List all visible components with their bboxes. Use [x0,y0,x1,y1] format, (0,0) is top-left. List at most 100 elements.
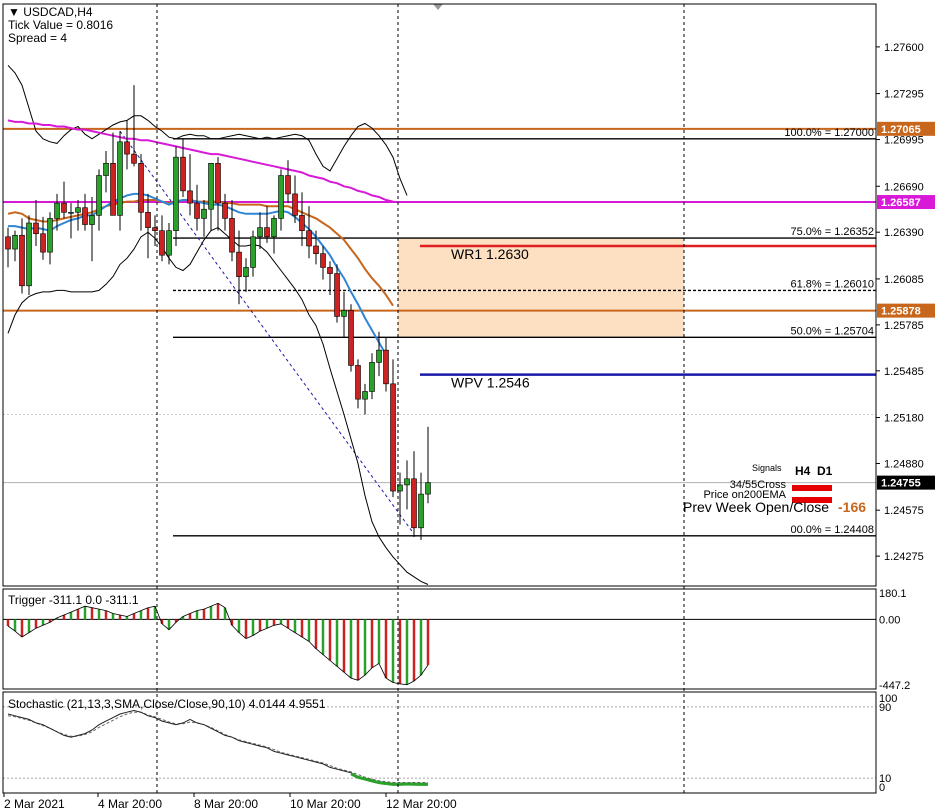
candle-body [138,162,144,213]
candle-body [117,141,123,216]
candle-body [257,227,263,238]
candle-body [313,245,319,254]
time-axis: 2 Mar 2021 4 Mar 20:00 8 Mar 20:00 10 Mar 2… [3,793,457,811]
trigger-tick-label: 180.1 [879,588,907,600]
candle-body [68,211,74,214]
trigger-label: Trigger -311.1 0.0 -311.1 [8,593,139,607]
price-tag-current: 1.24755 [881,478,921,490]
candle-body [425,482,431,495]
candle-body [5,236,11,250]
candle-body [418,493,424,529]
candle-body [89,215,95,225]
candle-body [54,202,60,219]
candle-body [348,310,354,366]
stoch-tick-label: 100 [879,693,897,705]
candle-body [201,208,207,219]
signals-row-prevweek: Prev Week Open/Close [683,499,829,515]
signals-title: Signals [752,463,782,473]
price-panel[interactable]: 100.0% = 1.27000 75.0% = 1.26352 61.8% = 1… [3,4,935,585]
stoch-signal-line [7,711,429,784]
price-tick-label: 1.25785 [884,320,924,332]
pivot-label: WPV 1.2546 [451,375,530,391]
candle-body [250,236,256,268]
candle-body [285,175,291,195]
time-tick-label: 8 Mar 20:00 [194,797,258,811]
trend-line [119,130,415,535]
time-tick-label: 2 Mar 2021 [4,797,65,811]
pivot-label: WR1 1.2630 [451,246,529,262]
signals-col-h4: H4 [795,464,811,478]
candle-body [82,207,88,225]
candle-body [271,218,277,238]
candle-body [327,267,333,274]
time-tick-label: 10 Mar 20:00 [290,797,361,811]
fib-level-label: 50.0% = 1.25704 [791,325,875,337]
candle-body [229,218,235,253]
stoch-oversold-highlight [350,772,428,786]
candle-body [243,267,249,277]
price-tick-label: 1.27600 [884,42,924,54]
price-tag-ema200: 1.26587 [881,197,921,209]
candle-body [110,162,116,216]
signals-prevweek-value: -166 [838,499,866,515]
candle-body [411,478,417,529]
candle-body [306,230,312,247]
stoch-tick-label: 0 [879,782,885,794]
candle-body [376,349,382,363]
price-tick-label: 1.26085 [884,274,924,286]
candle-body [264,227,270,238]
price-tick-label: 1.26390 [884,227,924,239]
candle-body [159,230,165,256]
candle-body [40,233,46,253]
candle-body [33,222,39,235]
candle-body [383,349,389,385]
menu-triangle-icon[interactable]: ▼ [8,5,20,19]
candle-body [299,215,305,231]
candle-body [61,202,67,213]
trigger-tick-label: 0.00 [879,614,900,626]
price-tick-label: 1.26995 [884,135,924,147]
price-tick-label: 1.27295 [884,89,924,101]
price-tick-label: 1.25180 [884,413,924,425]
fib-level-label: 00.0% = 1.24408 [791,524,875,536]
candle-body [236,251,242,277]
candle-body [215,162,221,204]
candle-body [222,202,228,219]
candle-body [334,273,340,317]
candle-body [292,193,298,216]
symbol-label: USDCAD,H4 [23,5,93,19]
fib-zone-box [398,238,684,338]
candle-body [208,162,214,210]
candle-body [47,218,53,253]
trigger-tick-label: -447.2 [879,680,910,692]
price-tick-label: 1.25485 [884,366,924,378]
candle-body [187,190,193,204]
candle-body [103,162,109,176]
candle-body [131,153,137,164]
candle-body [124,141,130,155]
candle-body [166,230,172,256]
spread-label: Spread = 4 [8,31,68,45]
trigger-panel[interactable]: 180.1 0.00 -447.2 [3,588,910,692]
candle-body [320,253,326,268]
price-tag-resistance: 1.27065 [881,124,921,136]
signals-col-d1: D1 [817,464,833,478]
candle-body [96,175,102,216]
signal-h4-d1-box-1 [792,485,832,491]
time-tick-label: 4 Mar 20:00 [98,797,162,811]
candle-body [404,478,410,486]
candle-body [19,234,25,287]
candle-body [12,234,18,250]
candle-body [26,222,32,287]
scroll-marker-icon [433,4,443,10]
price-tag-support: 1.25878 [881,306,921,318]
fib-level-label: 61.8% = 1.26010 [791,278,875,290]
price-tick-label: 1.24575 [884,505,924,517]
stochastic-label: Stochastic (21,13,3,SMA,Close/Close,90,1… [8,697,326,711]
candle-body [390,383,396,492]
candle-body [173,156,179,231]
candle-body [145,211,151,228]
stoch-main-line [7,709,428,784]
fib-level-label: 100.0% = 1.27000 [784,127,874,139]
candle-body [341,310,347,317]
